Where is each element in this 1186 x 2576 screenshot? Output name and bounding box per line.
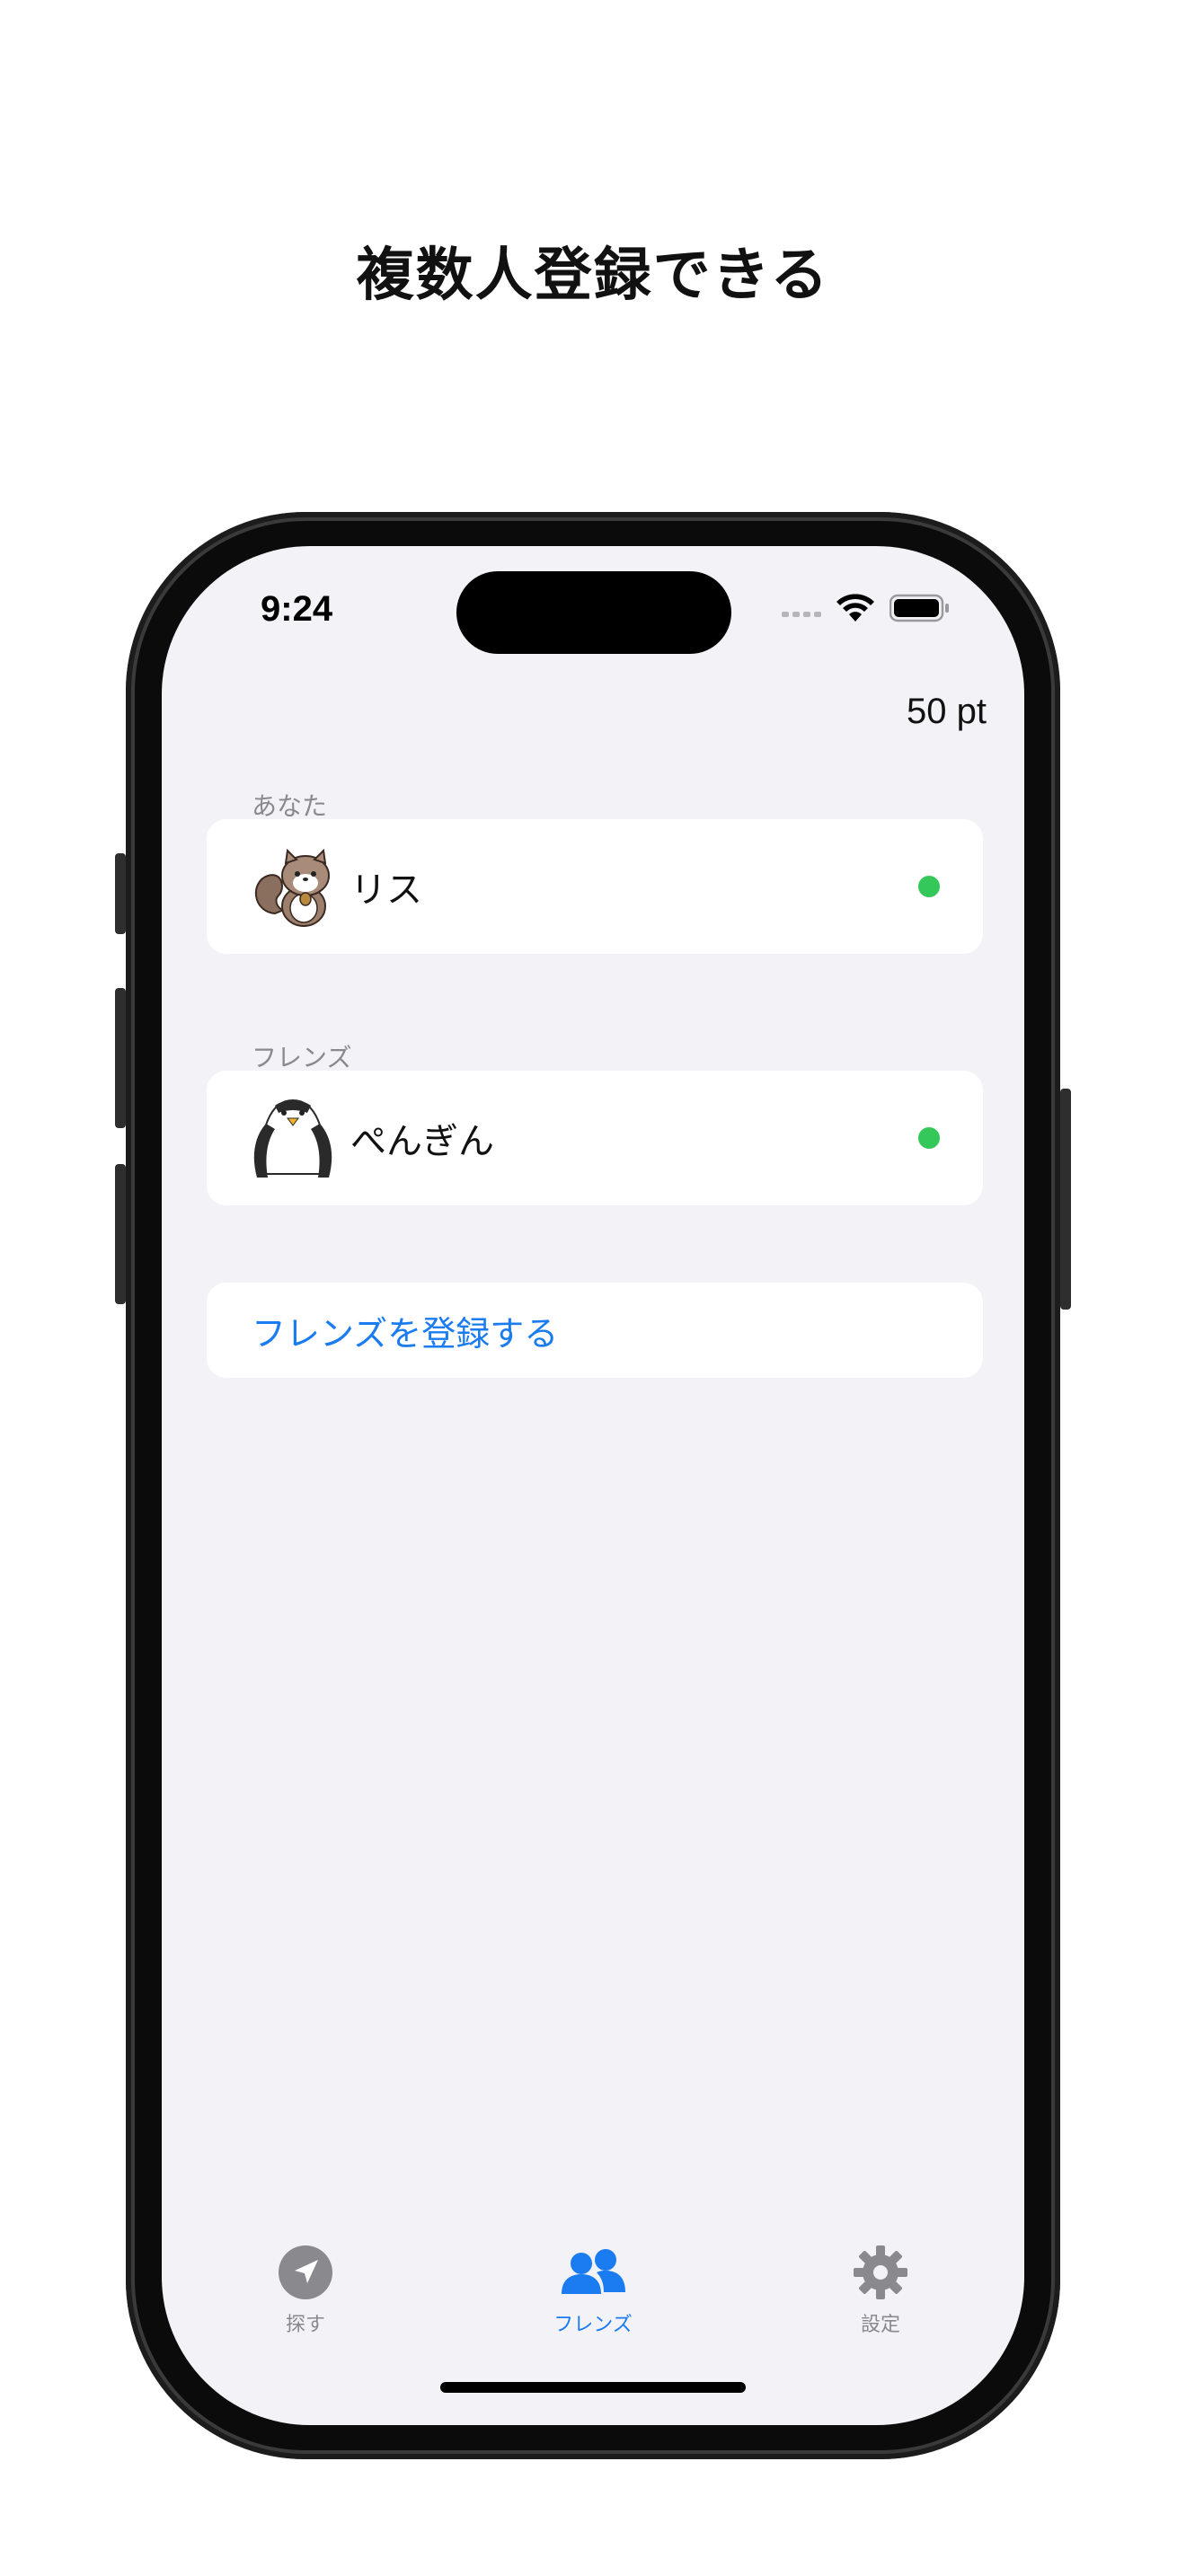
register-friends-label: フレンズを登録する [252, 1313, 559, 1354]
battery-icon [890, 594, 949, 622]
online-status-indicator [918, 876, 940, 897]
power-button [1060, 1089, 1071, 1310]
mute-switch [115, 853, 126, 934]
tab-search-label: 探す [285, 2314, 325, 2336]
tab-friends-label: フレンズ [553, 2314, 633, 2336]
tab-settings-label: 設定 [860, 2314, 900, 2336]
list-item-you[interactable]: リス [207, 819, 983, 954]
page-headline: 複数人登録できる [356, 243, 830, 309]
user-name: リス [350, 869, 422, 911]
status-icons [782, 593, 951, 623]
squirrel-avatar [248, 842, 338, 931]
phone-frame: 9:24 50 pt あなた リス フレンズ ぺんぎん フレンズを登録する 探す… [115, 512, 1071, 2459]
cellular-signal-icon [782, 612, 821, 617]
penguin-avatar [248, 1093, 338, 1183]
friends-card: ぺんぎん [207, 1071, 983, 1205]
list-item-friend[interactable]: ぺんぎん [207, 1071, 983, 1205]
gear-icon [854, 2245, 907, 2299]
register-friends-button[interactable]: フレンズを登録する [207, 1283, 983, 1378]
dynamic-island [456, 571, 731, 654]
points-balance: 50 pt [907, 692, 987, 731]
online-status-indicator [918, 1127, 940, 1149]
friend-name: ぺんぎん [350, 1121, 494, 1162]
tab-settings[interactable]: 設定 [809, 2244, 952, 2337]
app-screen: 9:24 50 pt あなた リス フレンズ ぺんぎん フレンズを登録する 探す… [162, 546, 1024, 2425]
register-card: フレンズを登録する [207, 1283, 983, 1378]
home-indicator[interactable] [440, 2382, 746, 2393]
location-arrow-icon [279, 2245, 332, 2299]
status-time: 9:24 [261, 589, 333, 629]
tab-bar: 探す フレンズ 設定 [162, 2244, 1024, 2360]
you-card: リス [207, 819, 983, 954]
volume-down-button [115, 1164, 126, 1304]
friends-section-label: フレンズ [252, 1043, 352, 1072]
tab-search[interactable]: 探す [234, 2244, 377, 2337]
you-section-label: あなた [252, 791, 328, 821]
tab-friends[interactable]: フレンズ [521, 2244, 665, 2337]
wifi-icon [836, 594, 874, 622]
volume-up-button [115, 988, 126, 1128]
people-icon [562, 2249, 625, 2294]
